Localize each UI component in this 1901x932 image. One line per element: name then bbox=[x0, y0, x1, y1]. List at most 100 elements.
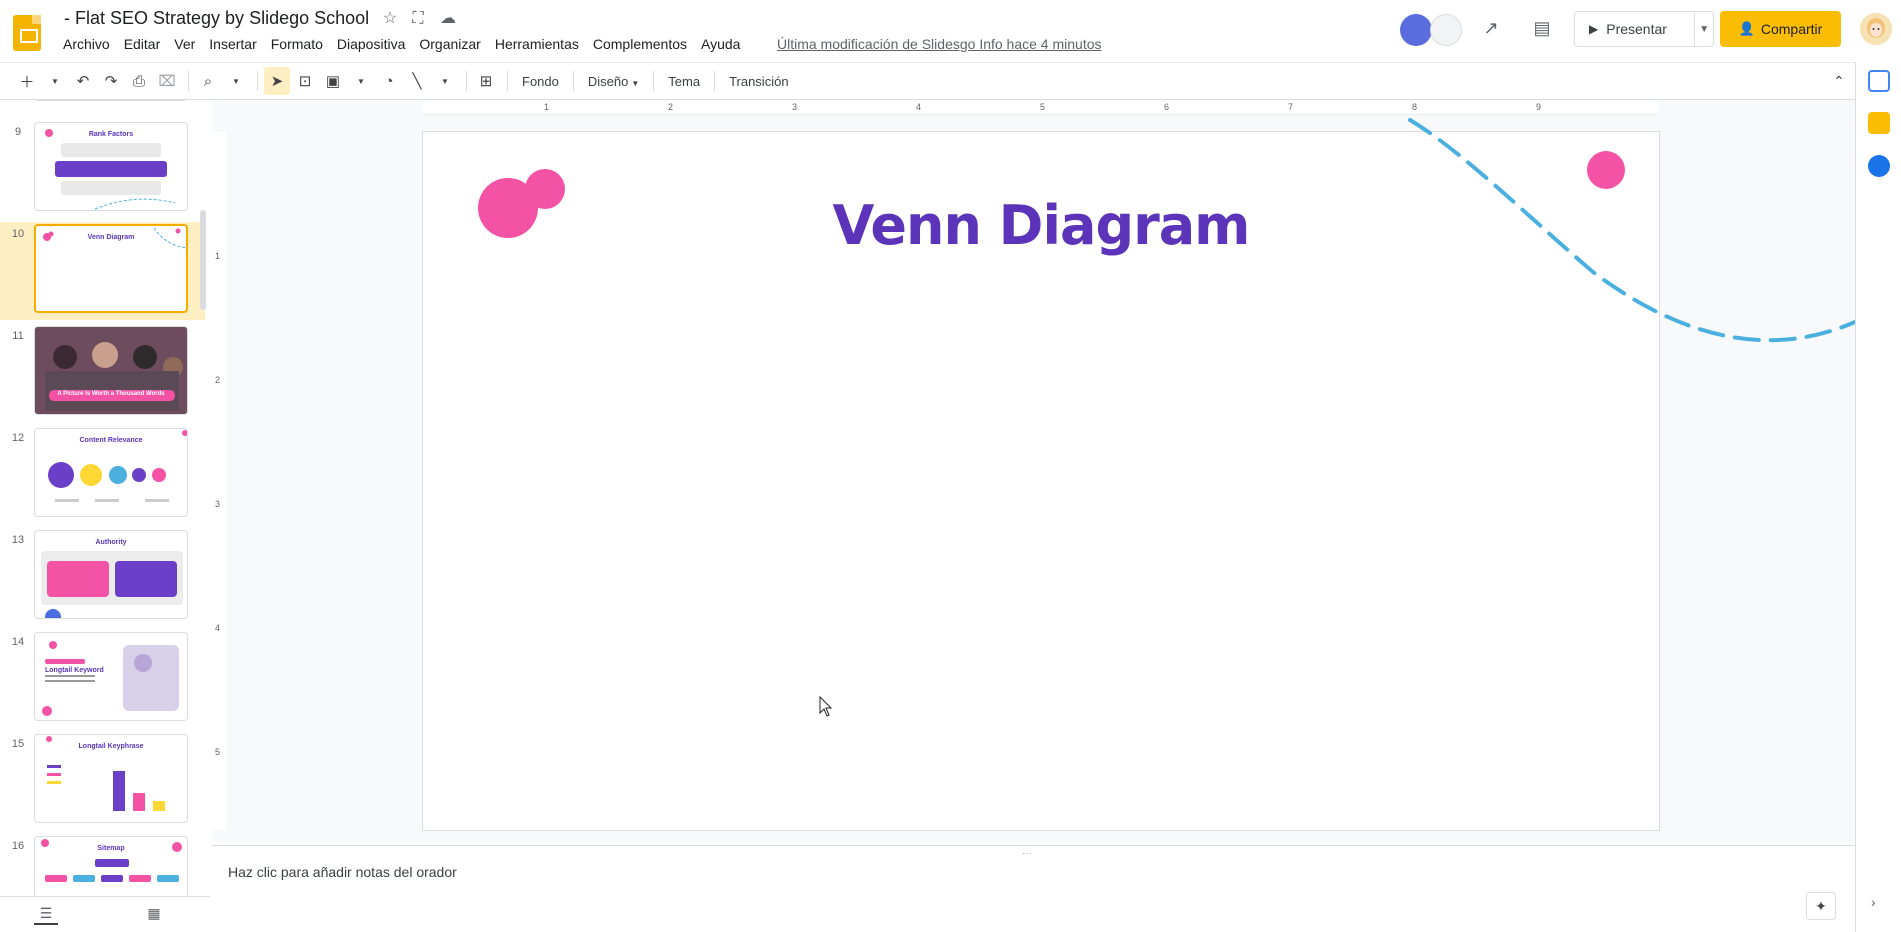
slide-thumbnail[interactable] bbox=[34, 100, 188, 101]
slide-thumbnail-row-selected[interactable]: 10 Venn Diagram bbox=[0, 222, 205, 320]
theme-button[interactable]: Tema bbox=[660, 74, 708, 89]
menu-view[interactable]: Ver bbox=[167, 34, 202, 56]
present-label: Presentar bbox=[1606, 21, 1667, 37]
ruler-label: 5 bbox=[215, 747, 221, 757]
ruler-label: 1 bbox=[544, 102, 550, 112]
last-edit-link[interactable]: Última modificación de Slidesgo Info hac… bbox=[777, 36, 1102, 52]
slide-number: 15 bbox=[11, 738, 25, 750]
menu-help[interactable]: Ayuda bbox=[694, 34, 747, 56]
collapse-toolbar-icon[interactable]: ⌃ bbox=[1826, 67, 1852, 95]
background-button[interactable]: Fondo bbox=[514, 74, 567, 89]
paint-format-icon[interactable]: ⌧ bbox=[154, 67, 180, 95]
slide-title[interactable]: Venn Diagram bbox=[423, 194, 1659, 257]
thumbnail-graphics bbox=[45, 129, 176, 210]
ruler-label: 2 bbox=[215, 375, 221, 385]
slide-thumbnail[interactable]: Sitemap bbox=[34, 836, 188, 896]
thumbnail-photo bbox=[35, 327, 187, 414]
layout-dropdown-icon: ▼ bbox=[631, 78, 640, 88]
current-slide[interactable]: Venn Diagram bbox=[423, 118, 1857, 830]
layout-button[interactable]: Diseño ▼ bbox=[580, 74, 647, 89]
explore-icon[interactable]: ✦ bbox=[1806, 892, 1836, 920]
thumbnail-graphics bbox=[41, 551, 183, 618]
user-avatar[interactable] bbox=[1860, 13, 1892, 45]
thumbnail-graphics bbox=[48, 430, 187, 502]
toolbar-divider bbox=[714, 71, 716, 91]
image-icon[interactable]: ▣ bbox=[320, 67, 346, 95]
menu-edit[interactable]: Editar bbox=[117, 34, 168, 56]
slide-thumbnail-row[interactable]: 9 Rank Factors bbox=[0, 120, 205, 216]
menu-arrange[interactable]: Organizar bbox=[412, 34, 487, 56]
line-dropdown-icon[interactable]: ▼ bbox=[432, 67, 458, 95]
slide-thumbnail[interactable]: Longtail Keyphrase bbox=[34, 734, 188, 823]
menu-file[interactable]: Archivo bbox=[56, 34, 117, 56]
filmstrip-scrollbar[interactable] bbox=[200, 210, 206, 310]
image-dropdown-icon[interactable]: ▼ bbox=[348, 67, 374, 95]
menu-addons[interactable]: Complementos bbox=[586, 34, 694, 56]
slides-logo-icon[interactable] bbox=[13, 15, 41, 51]
slide-thumbnail-row[interactable]: 11 A Picture Is Worth a Thousand Words bbox=[0, 324, 205, 420]
slide-thumbnail[interactable]: Authority bbox=[34, 530, 188, 619]
new-slide-dropdown-icon[interactable]: ▼ bbox=[42, 67, 68, 95]
slide-thumbnail-row[interactable]: 13 Authority bbox=[0, 528, 205, 624]
slide-thumbnail-row[interactable] bbox=[0, 100, 205, 106]
add-comment-icon[interactable]: ⊞ bbox=[473, 67, 499, 95]
transition-button[interactable]: Transición bbox=[721, 74, 796, 89]
thumbnail-graphics bbox=[41, 839, 182, 882]
cloud-saved-icon: ☁ bbox=[440, 10, 456, 27]
slide-thumbnail[interactable]: A Picture Is Worth a Thousand Words bbox=[34, 326, 188, 415]
calendar-icon[interactable] bbox=[1868, 70, 1890, 92]
slide-thumbnail-selected[interactable]: Venn Diagram bbox=[34, 224, 188, 313]
slide-thumbnail[interactable]: Rank Factors bbox=[34, 122, 188, 211]
activity-trend-icon[interactable]: ↗ bbox=[1481, 18, 1501, 38]
comments-icon[interactable]: ▤ bbox=[1532, 18, 1552, 38]
share-person-icon: 👤 bbox=[1738, 21, 1755, 36]
text-box-icon[interactable]: ⊡ bbox=[292, 67, 318, 95]
grid-view-icon[interactable]: ▦ bbox=[142, 905, 166, 925]
zoom-icon[interactable]: ⌕ bbox=[195, 67, 221, 95]
menu-insert[interactable]: Insertar bbox=[202, 34, 263, 56]
present-dropdown-icon[interactable]: ▼ bbox=[1695, 24, 1713, 35]
speaker-notes-placeholder[interactable]: Haz clic para añadir notas del orador bbox=[228, 864, 457, 880]
present-button[interactable]: ▶ Presentar ▼ bbox=[1574, 11, 1714, 47]
slide-number: 12 bbox=[11, 432, 25, 444]
filmstrip-view-icon[interactable]: ☰ bbox=[34, 905, 58, 925]
menu-slide[interactable]: Diapositiva bbox=[330, 34, 412, 56]
line-icon[interactable]: ╲ bbox=[404, 67, 430, 95]
collaborator-avatar[interactable] bbox=[1400, 14, 1432, 46]
meet-present-icon[interactable] bbox=[1430, 14, 1462, 46]
expand-side-panel-icon[interactable]: › bbox=[1871, 894, 1876, 910]
thumbnail-graphics bbox=[46, 736, 165, 811]
slide-filmstrip: 9 Rank Factors 10 Venn Diagram 11 A Pict… bbox=[0, 100, 210, 896]
select-cursor-icon[interactable]: ➤ bbox=[264, 67, 290, 95]
app-header: - Flat SEO Strategy by Slidego School ☆ … bbox=[0, 0, 1901, 60]
keep-icon[interactable] bbox=[1868, 112, 1890, 134]
print-icon[interactable]: ⎙ bbox=[126, 67, 152, 95]
slide-thumbnail-row[interactable]: 14 Longtail Keyword bbox=[0, 630, 205, 726]
shape-icon[interactable]: ◔ bbox=[376, 67, 402, 95]
share-button[interactable]: 👤 Compartir bbox=[1720, 11, 1841, 47]
menu-format[interactable]: Formato bbox=[264, 34, 330, 56]
slide-thumbnail[interactable]: Longtail Keyword bbox=[34, 632, 188, 721]
thumbnail-graphics bbox=[43, 227, 186, 249]
zoom-dropdown-icon[interactable]: ▼ bbox=[223, 67, 249, 95]
document-title[interactable]: - Flat SEO Strategy by Slidego School bbox=[64, 8, 369, 29]
slide-thumbnail-row[interactable]: 15 Longtail Keyphrase bbox=[0, 732, 205, 828]
undo-icon[interactable]: ↶ bbox=[70, 67, 96, 95]
ruler-label: 4 bbox=[215, 623, 221, 633]
menu-tools[interactable]: Herramientas bbox=[488, 34, 586, 56]
redo-icon[interactable]: ↷ bbox=[98, 67, 124, 95]
notes-resize-handle[interactable]: ··· bbox=[1022, 848, 1032, 859]
new-slide-icon[interactable]: ＋ bbox=[14, 67, 40, 95]
ruler-label: 1 bbox=[215, 251, 221, 261]
tasks-icon[interactable] bbox=[1868, 155, 1890, 177]
slide-thumbnail-row[interactable]: 16 Sitemap bbox=[0, 834, 205, 896]
present-icon: ▶ bbox=[1589, 22, 1599, 36]
slide-number: 11 bbox=[12, 330, 24, 342]
slide-thumbnail-row[interactable]: 12 Content Relevance bbox=[0, 426, 205, 522]
user-avatar-image bbox=[1860, 13, 1892, 45]
move-to-folder-icon[interactable]: ⛶ bbox=[408, 9, 428, 29]
star-icon[interactable]: ☆ bbox=[380, 9, 400, 29]
vertical-ruler: 1 2 3 4 5 bbox=[212, 132, 226, 830]
slide-thumbnail[interactable]: Content Relevance bbox=[34, 428, 188, 517]
speaker-notes-panel[interactable]: ··· Haz clic para añadir notas del orado… bbox=[212, 845, 1855, 932]
